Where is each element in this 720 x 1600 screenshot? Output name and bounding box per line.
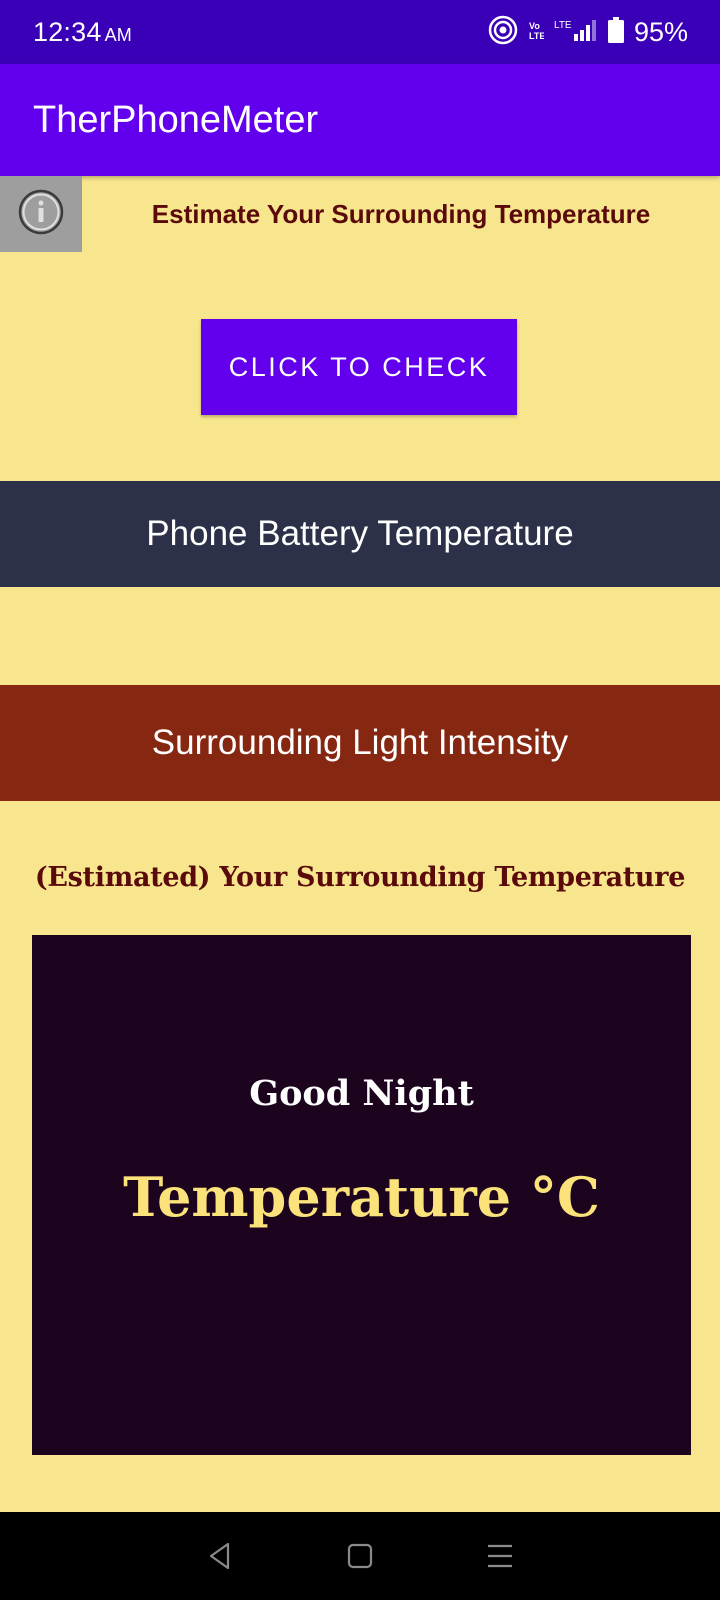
- light-intensity-section: Surrounding Light Intensity: [0, 685, 720, 801]
- clock-time: 12:34: [33, 16, 102, 47]
- status-bar: 12:34 AM Vo LTE LTE 95%: [0, 0, 720, 64]
- battery-percent: 95%: [633, 16, 688, 47]
- page-subtitle: Estimate Your Surrounding Temperature: [151, 198, 651, 229]
- svg-text:LTE: LTE: [529, 31, 544, 41]
- home-button[interactable]: [346, 1542, 374, 1570]
- temperature-display-panel: Good Night Temperature °C: [32, 935, 691, 1455]
- back-icon: [206, 1541, 234, 1571]
- network-type-label: LTE: [554, 20, 572, 31]
- status-icons: Vo LTE LTE 95%: [488, 15, 688, 50]
- app-bar: TherPhoneMeter: [0, 64, 720, 176]
- status-time: 12:34 AM: [33, 17, 132, 48]
- info-icon: [17, 188, 65, 241]
- battery-temperature-label: Phone Battery Temperature: [146, 514, 574, 553]
- info-button[interactable]: [0, 176, 82, 252]
- estimated-temperature-heading: (Estimated) Your Surrounding Temperature: [34, 861, 686, 893]
- battery-temperature-section: Phone Battery Temperature: [0, 481, 720, 587]
- click-to-check-button[interactable]: CLICK TO CHECK: [201, 319, 517, 415]
- menu-icon: [486, 1543, 514, 1569]
- app-title: TherPhoneMeter: [33, 98, 319, 141]
- clock-ampm: AM: [104, 24, 132, 45]
- greeting-text: Good Night: [249, 1073, 474, 1114]
- battery-icon: [607, 16, 624, 48]
- system-nav-bar: [0, 1512, 720, 1600]
- back-button[interactable]: [206, 1541, 234, 1571]
- hotspot-icon: [488, 15, 518, 50]
- temperature-value: Temperature °C: [123, 1165, 600, 1229]
- volte-icon: Vo LTE: [528, 19, 545, 46]
- menu-button[interactable]: [486, 1543, 514, 1569]
- home-icon: [346, 1542, 374, 1570]
- signal-icon: LTE: [554, 18, 598, 47]
- light-intensity-label: Surrounding Light Intensity: [151, 723, 569, 762]
- svg-text:Vo: Vo: [529, 21, 540, 31]
